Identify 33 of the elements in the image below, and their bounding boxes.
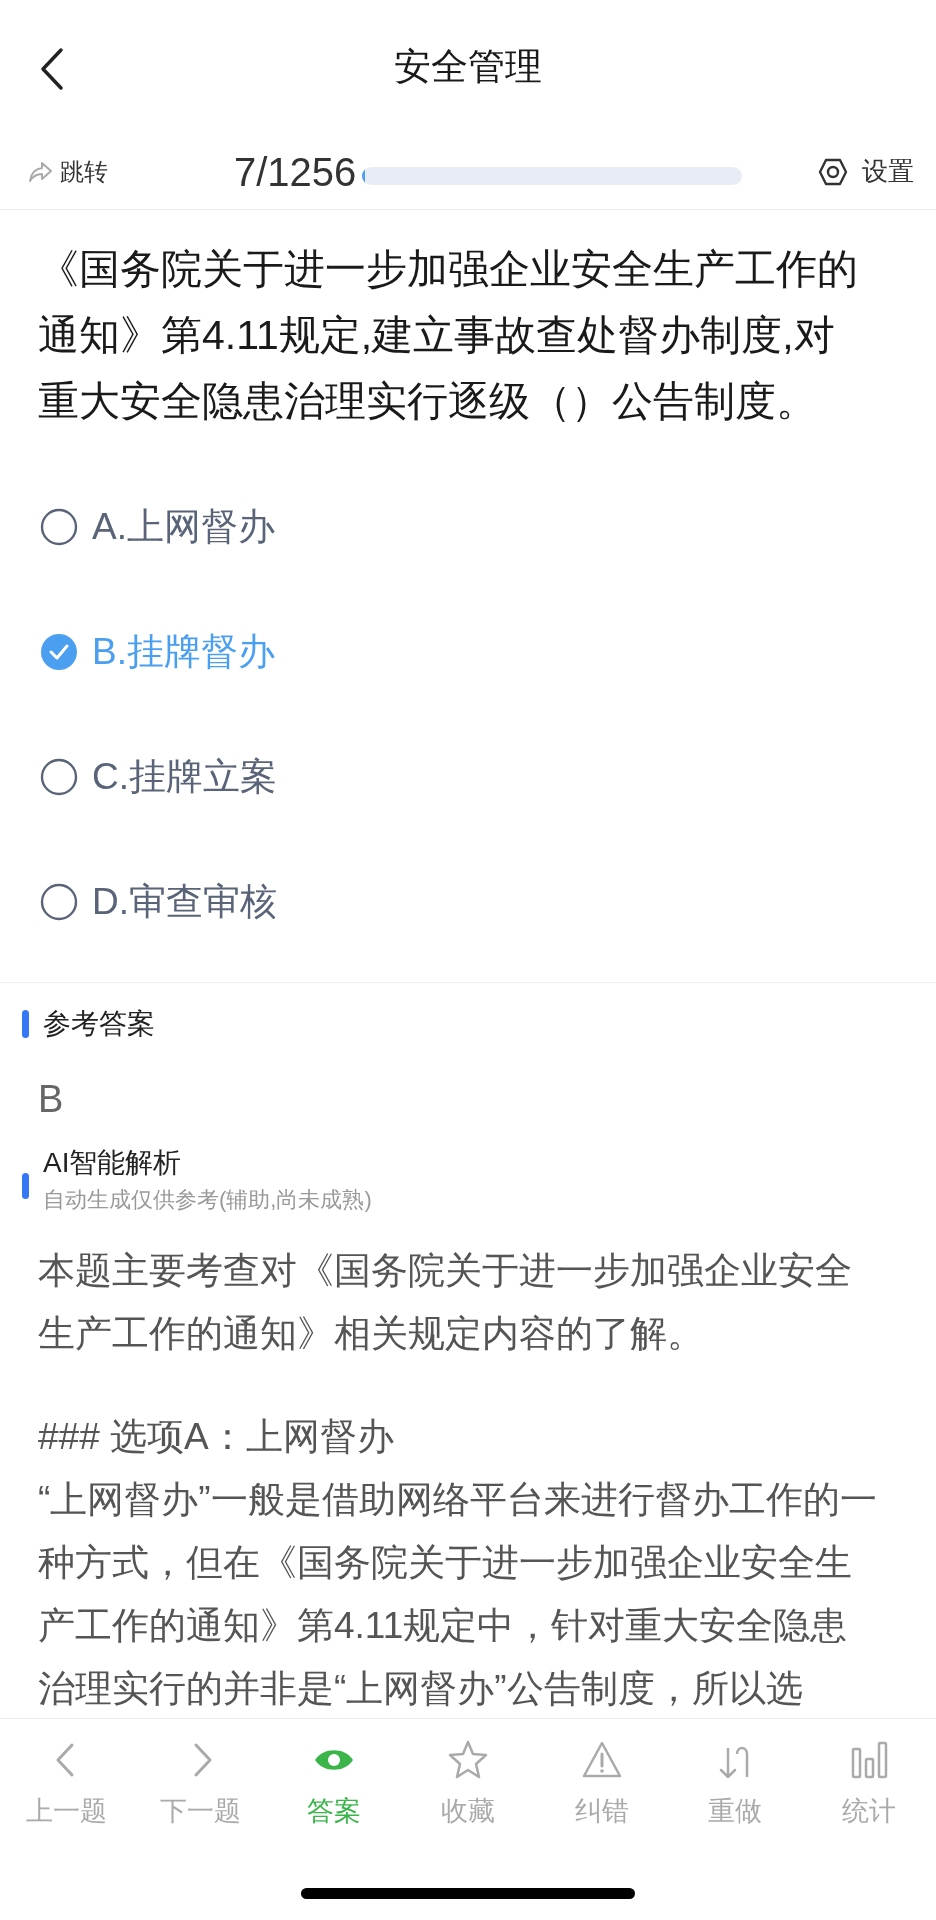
radio-icon [40,507,78,546]
answer-option[interactable]: B.挂牌督办 [0,589,936,714]
analysis-paragraph: 本题主要考查对《国务院关于进一步加强企业安全生产工作的通知》相关规定内容的了解。 [38,1249,853,1356]
nav-tab[interactable]: 答案 [267,1739,402,1832]
analysis-heading: ### 选项A：上网督办 [38,1415,395,1459]
nav-tab[interactable]: 收藏 [401,1739,535,1832]
analysis-paragraph: “上网督办”一般是借助网络平台来进行督办工作的一种方式，但在《国务院关于进一步加强企业安全生产工作的通知》第4.11规定中，针对重大安全隐患治理实行的并非是“上网督办”公告制度，所以选 [38,1478,878,1711]
checked-radio-icon [40,632,78,671]
back-icon [40,47,64,91]
answer-option[interactable]: C.挂牌立案 [0,714,936,839]
settings-icon [818,156,848,187]
answer-option[interactable]: D.审查审核 [0,839,936,964]
settings-button[interactable]: 设置 [818,152,914,191]
radio-icon [40,882,78,921]
nav-tab[interactable]: 下一题 [133,1739,268,1832]
section-heading: 参考答案 [43,1007,155,1041]
nav-tab[interactable]: 重做 [668,1739,803,1832]
jump-button[interactable]: 跳转 [28,153,208,190]
section-heading: AI智能解析 [43,1146,183,1180]
nav-tab[interactable]: 纠错 [534,1739,669,1832]
section-subtitle: 自动生成仅供参考(辅助,尚未成熟) [43,1186,372,1214]
radio-icon [40,757,78,796]
page-title: 安全管理 [394,45,542,90]
question-counter: 7/1256 [234,148,357,196]
question-text: 《国务院关于进一步加强企业安全生产工作的通知》第4.11规定,建立事故查处督办制度,对重大安全隐患治理实行逐级（）公告制度。 [37,245,859,426]
star-icon [447,1739,489,1781]
nav-tab[interactable]: 上一题 [0,1739,134,1832]
forward-arrow-icon [28,159,54,184]
section-marker [22,1010,29,1038]
answer-text: B [37,1076,65,1122]
section-marker [22,1173,29,1199]
answer-option[interactable]: A.上网督办 [0,464,936,589]
nav-tab[interactable]: 统计 [802,1739,936,1832]
